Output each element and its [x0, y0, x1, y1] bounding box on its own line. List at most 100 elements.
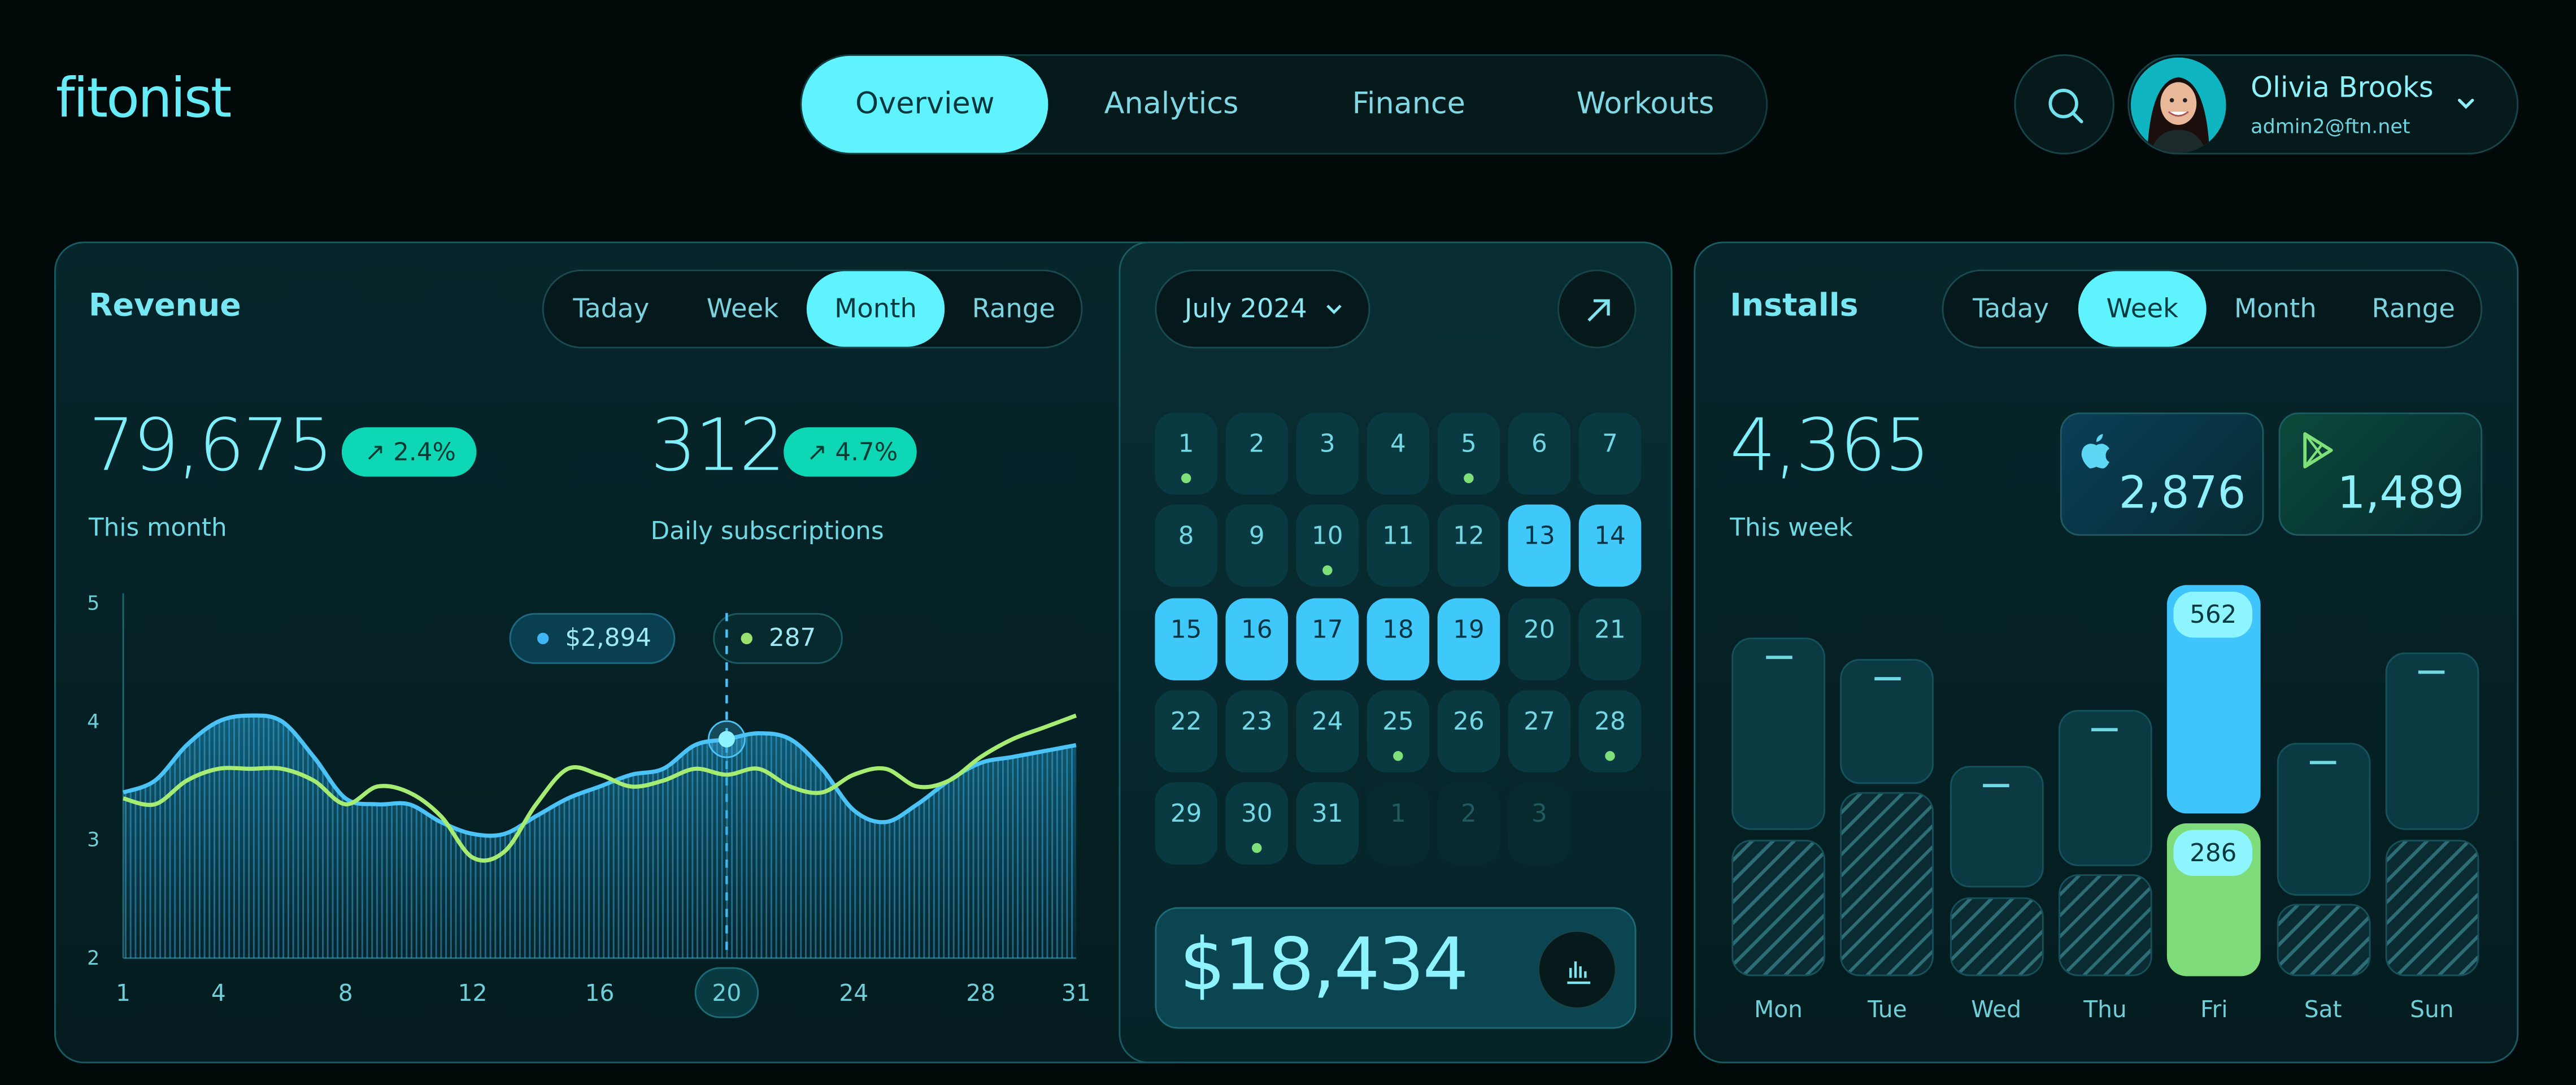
calendar-day-label: 2: [1248, 429, 1265, 459]
filter-month[interactable]: Month: [806, 271, 945, 347]
calendar-day-label: 23: [1241, 706, 1273, 736]
calendar-day[interactable]: 9: [1225, 505, 1288, 588]
revenue-change: 2.4%: [393, 437, 456, 467]
calendar-day[interactable]: 2: [1437, 782, 1500, 865]
play-store-icon: [2303, 432, 2333, 468]
calendar-day[interactable]: 14: [1578, 505, 1642, 588]
install-bar-bottom[interactable]: [2276, 904, 2370, 976]
calendar-day-label: 16: [1241, 614, 1273, 644]
search-button[interactable]: [2014, 54, 2114, 155]
apple-icon: [2081, 433, 2110, 468]
calendar-day-label: 22: [1170, 706, 1202, 736]
filter-week[interactable]: Week: [678, 271, 807, 347]
calendar-day[interactable]: 3: [1508, 782, 1571, 865]
install-bar-top[interactable]: [2058, 710, 2152, 866]
calendar-day-label: 1: [1178, 429, 1194, 459]
calendar-day[interactable]: 20: [1508, 597, 1571, 680]
calendar-day[interactable]: 22: [1155, 690, 1217, 772]
ios-installs-card: 2,876: [2060, 412, 2264, 536]
install-bar-top[interactable]: [2276, 743, 2370, 896]
calendar-day[interactable]: 10: [1296, 505, 1359, 588]
filter-range[interactable]: Range: [2344, 271, 2482, 347]
calendar-day-label: 13: [1524, 521, 1555, 552]
total-value: $18,434: [1180, 923, 1469, 1008]
android-installs-value: 1,489: [2337, 468, 2465, 519]
calendar-day[interactable]: 5: [1437, 412, 1500, 495]
filter-today[interactable]: Taday: [1943, 271, 2078, 347]
calendar-day[interactable]: 13: [1508, 505, 1571, 588]
month-picker[interactable]: July 2024: [1155, 269, 1370, 349]
calendar-day[interactable]: 29: [1155, 782, 1217, 865]
expand-button[interactable]: [1557, 269, 1637, 349]
calendar-day[interactable]: 16: [1225, 597, 1288, 680]
x-tick-label: 24: [839, 979, 868, 1006]
calendar-day-label: 5: [1460, 429, 1477, 459]
calendar-day[interactable]: 28: [1578, 690, 1642, 772]
event-dot: [1322, 566, 1333, 576]
chevron-down-icon[interactable]: [2455, 94, 2478, 114]
calendar-day[interactable]: 25: [1367, 690, 1430, 772]
day-label: Wed: [1971, 997, 2022, 1024]
calendar-day[interactable]: 26: [1437, 690, 1500, 772]
calendar-day[interactable]: 23: [1225, 690, 1288, 772]
calendar-day[interactable]: 2: [1225, 412, 1288, 495]
tab-overview[interactable]: Overview: [802, 55, 1048, 153]
report-button[interactable]: [1538, 930, 1617, 1009]
revenue-change-badge: ↗ 2.4%: [341, 427, 477, 477]
filter-week[interactable]: Week: [2078, 271, 2207, 347]
install-bar-bottom[interactable]: [1840, 792, 1934, 976]
event-dot: [1252, 843, 1262, 853]
calendar-day[interactable]: 17: [1296, 597, 1359, 680]
calendar-day-label: 30: [1241, 798, 1273, 829]
calendar-day-label: 4: [1390, 429, 1406, 459]
install-bar-bottom[interactable]: [1949, 897, 2043, 976]
calendar-day[interactable]: 11: [1367, 505, 1430, 588]
install-bar-top[interactable]: [1840, 659, 1934, 784]
calendar-day[interactable]: 3: [1296, 412, 1359, 495]
revenue-month-value: 79,675: [89, 404, 333, 488]
calendar-day-label: 20: [1524, 614, 1555, 644]
calendar-day-label: 28: [1594, 706, 1626, 736]
calendar-day[interactable]: 24: [1296, 690, 1359, 772]
installs-title: Installs: [1730, 287, 1859, 324]
calendar-day[interactable]: 1: [1155, 412, 1217, 495]
avatar[interactable]: [2130, 57, 2226, 153]
event-dot: [1393, 750, 1403, 761]
install-bar-bottom[interactable]: [1731, 840, 1825, 976]
calendar-day[interactable]: 1: [1367, 782, 1430, 865]
filter-month[interactable]: Month: [2207, 271, 2344, 347]
x-tick-label: 28: [966, 979, 995, 1006]
tab-analytics[interactable]: Analytics: [1048, 56, 1294, 153]
filter-range[interactable]: Range: [945, 271, 1082, 347]
bar-marker: [2092, 728, 2118, 732]
calendar-day[interactable]: 12: [1437, 505, 1500, 588]
filter-today[interactable]: Taday: [544, 271, 678, 347]
tab-workouts[interactable]: Workouts: [1525, 56, 1766, 153]
install-bar-bottom[interactable]: [2058, 874, 2152, 976]
calendar-day[interactable]: 21: [1578, 597, 1642, 680]
calendar-day[interactable]: 15: [1155, 597, 1217, 680]
calendar-day[interactable]: 31: [1296, 782, 1359, 865]
calendar-day[interactable]: 6: [1508, 412, 1571, 495]
calendar-day[interactable]: 19: [1437, 597, 1500, 680]
tab-finance[interactable]: Finance: [1290, 56, 1528, 153]
subscriptions-value: 312: [650, 404, 785, 488]
app-logo[interactable]: fitonist: [56, 66, 232, 129]
install-bar-top[interactable]: [1731, 637, 1825, 830]
calendar-day[interactable]: 18: [1367, 597, 1430, 680]
calendar-day-label: 19: [1453, 614, 1485, 644]
y-tick-label: 2: [87, 947, 99, 970]
calendar-day[interactable]: 4: [1367, 412, 1430, 495]
calendar-day[interactable]: 27: [1508, 690, 1571, 772]
calendar-day-label: 15: [1170, 614, 1202, 644]
install-bar-top[interactable]: [1949, 766, 2043, 888]
installs-filter: Taday Week Month Range: [1942, 269, 2483, 349]
calendar-day[interactable]: 8: [1155, 505, 1217, 588]
install-bar-bottom[interactable]: [2385, 840, 2479, 976]
ios-value-badge: 562: [2174, 591, 2253, 638]
calendar-day[interactable]: 30: [1225, 782, 1288, 865]
total-card: $18,434: [1155, 907, 1637, 1029]
calendar-day[interactable]: 7: [1578, 412, 1642, 495]
subscriptions-change: 4.7%: [835, 437, 898, 467]
install-bar-top[interactable]: [2385, 652, 2479, 830]
